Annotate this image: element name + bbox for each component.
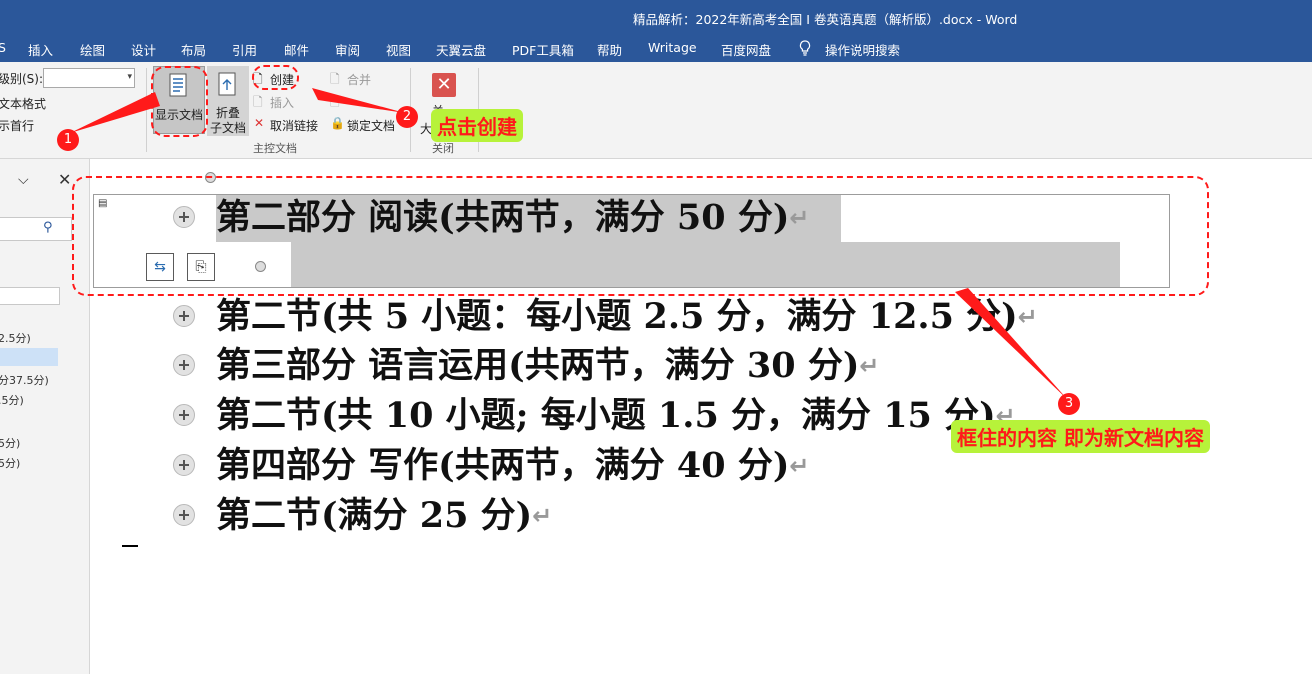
step-number-2: 2 — [396, 106, 418, 128]
step-number-1: 1 — [57, 129, 79, 151]
annotation-arrows — [70, 88, 1068, 400]
step-number-3: 3 — [1058, 393, 1080, 415]
callout-create: 点击创建 — [431, 109, 523, 142]
arrow-2 — [312, 88, 405, 113]
arrow-1 — [70, 92, 160, 133]
arrow-3 — [955, 288, 1068, 400]
callout-content: 框住的内容 即为新文档内容 — [951, 420, 1210, 453]
